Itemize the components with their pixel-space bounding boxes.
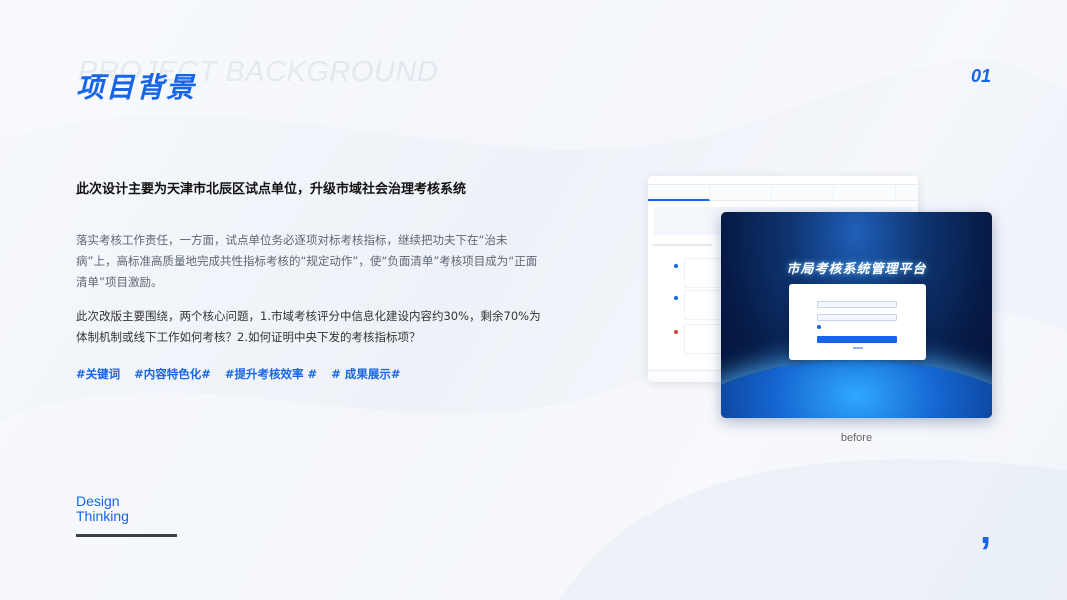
design-line-1: Design <box>76 493 120 509</box>
old-tab <box>648 185 710 201</box>
design-thinking-label: Design Thinking <box>76 494 129 524</box>
tag-efficiency: #提升考核效率 # <box>224 367 318 381</box>
old-timeline-dot <box>674 330 678 334</box>
old-tab <box>710 185 772 201</box>
design-underline-bar <box>76 534 177 537</box>
old-tab <box>834 185 896 201</box>
page-number: 01 <box>970 66 991 86</box>
password-field <box>817 314 897 321</box>
paragraph-core-questions: 此次改版主要围绕，两个核心问题，1.市域考核评分中信息化建设内容约30%，剩余7… <box>76 309 541 344</box>
page-title: 项目背景 <box>76 71 197 104</box>
design-line-2: Thinking <box>76 508 129 524</box>
section-subtitle: 此次设计主要为天津市北辰区试点单位，升级市域社会治理考核系统 <box>76 182 467 197</box>
old-text-line <box>652 244 712 246</box>
username-field <box>817 301 897 308</box>
old-tab <box>772 185 834 201</box>
tag-list: #关键词 #内容特色化# #提升考核效率 # # 成果展示# <box>76 366 400 382</box>
paragraph-background: 落实考核工作责任，一方面，试点单位务必逐项对标考核指标，继续把功夫下在“治未病”… <box>76 233 538 289</box>
tag-keyword: #关键词 <box>76 367 121 381</box>
login-button <box>817 336 897 343</box>
comma-mark: , <box>980 508 992 552</box>
screenshot-caption: before <box>840 432 873 444</box>
remember-radio <box>817 325 821 329</box>
earth-glow-graphic <box>721 360 992 418</box>
old-timeline-dot <box>674 296 678 300</box>
register-link <box>789 347 926 349</box>
login-platform-title: 市局考核系统管理平台 <box>786 262 927 277</box>
old-tabbar <box>648 185 918 201</box>
tag-content: #内容特色化# <box>134 367 211 381</box>
tag-results: # 成果展示# <box>331 367 401 381</box>
old-timeline-dot <box>674 264 678 268</box>
login-screenshot: 市局考核系统管理平台 <box>721 212 992 418</box>
login-panel <box>789 284 926 360</box>
old-topbar <box>648 176 918 185</box>
